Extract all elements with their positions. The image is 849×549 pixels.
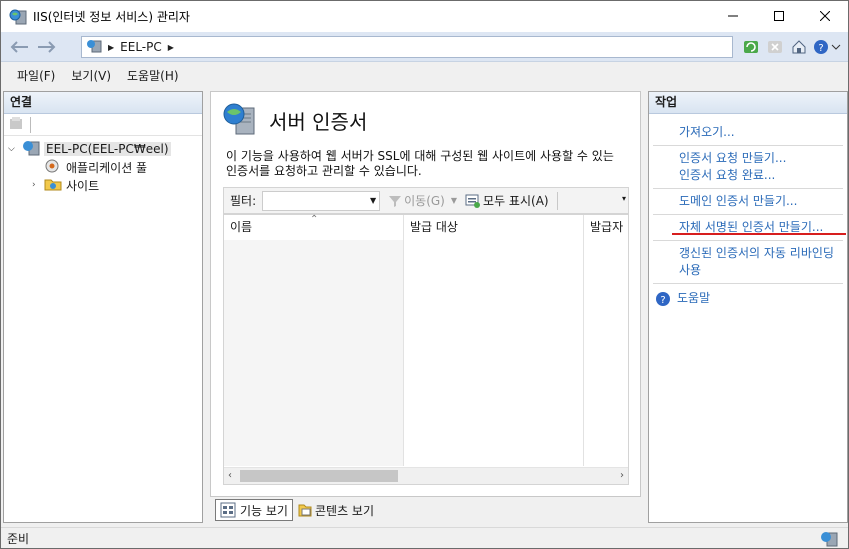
connections-panel: 연결 ⌵ EEL-PC(EEL-PC₩eel) 애플리케이션 풀 › 사이트 <box>3 91 203 523</box>
action-create-domain-cert[interactable]: 도메인 인증서 만들기... <box>653 193 843 210</box>
svg-text:?: ? <box>660 295 665 306</box>
navigation-bar: ▶ EEL-PC ▶ ? <box>1 32 848 62</box>
action-create-request[interactable]: 인증서 요청 만들기... <box>653 150 843 167</box>
filter-label: 필터: <box>230 194 257 208</box>
horizontal-scrollbar[interactable]: ‹ › <box>224 467 628 484</box>
scrollbar-thumb[interactable] <box>240 470 398 482</box>
feature-title: 서버 인증서 <box>223 102 367 139</box>
toolbar-separator <box>556 191 558 210</box>
feature-description: 이 기능을 사용하여 웹 서버가 SSL에 대해 구성된 웹 사이트에 사용할 … <box>226 149 614 178</box>
chevron-right-icon: ▶ <box>108 42 115 52</box>
column-header-issued-by[interactable]: 발급자 <box>584 215 628 240</box>
connections-header: 연결 <box>4 92 202 114</box>
stop-icon[interactable] <box>764 36 786 58</box>
list-header: 이름 ⌃ 발급 대상 발급자 <box>224 214 628 240</box>
server-icon <box>86 39 102 56</box>
help-icon[interactable]: ? <box>812 36 842 58</box>
funnel-icon <box>389 195 402 207</box>
main-content-panel: 서버 인증서 이 기능을 사용하여 웹 서버가 SSL에 대해 구성된 웹 사이… <box>210 91 641 497</box>
iis-manager-window: IIS(인터넷 정보 서비스) 관리자 ▶ EEL-PC ▶ ? 파일(F) 보… <box>0 0 849 549</box>
svg-text:?: ? <box>818 43 823 54</box>
action-import[interactable]: 가져오기... <box>653 124 843 141</box>
maximize-button[interactable] <box>756 1 802 31</box>
status-bar: 준비 <box>1 527 848 548</box>
action-help[interactable]: 도움말 <box>671 290 716 307</box>
name-column-body <box>224 240 404 466</box>
address-bar[interactable]: ▶ EEL-PC ▶ <box>81 36 733 58</box>
column-header-name[interactable]: 이름 ⌃ <box>224 214 404 240</box>
show-all-icon <box>465 194 481 208</box>
connections-toolbar <box>4 114 202 136</box>
server-certificates-icon <box>223 102 257 139</box>
dropdown-arrow-icon[interactable]: ▼ <box>370 196 376 205</box>
menu-view[interactable]: 보기(V) <box>63 67 119 84</box>
sites-folder-icon <box>44 176 62 195</box>
actions-header: 작업 <box>649 92 847 114</box>
features-view-icon <box>220 502 236 518</box>
address-segment[interactable]: EEL-PC <box>120 40 162 54</box>
filter-bar: 필터: ▼ 이동(G) ▼ 모두 표시(A) ▾ <box>223 187 629 214</box>
menu-help[interactable]: 도움말(H) <box>119 67 187 84</box>
page-title: 서버 인증서 <box>269 110 368 134</box>
action-group-self-signed: 자체 서명된 인증서 만들기... <box>653 215 843 241</box>
action-help-row: ? 도움말 <box>649 290 847 307</box>
menu-file[interactable]: 파일(F) <box>9 67 63 84</box>
sort-ascending-icon: ⌃ <box>310 214 319 225</box>
chevron-down-icon[interactable]: ⌵ <box>8 144 18 154</box>
connect-icon[interactable] <box>8 115 24 134</box>
go-button[interactable]: 이동(G) ▼ <box>388 192 457 209</box>
issued-to-column-body <box>404 240 584 466</box>
column-header-issued-to[interactable]: 발급 대상 <box>404 215 584 240</box>
server-icon <box>22 140 40 159</box>
window-title: IIS(인터넷 정보 서비스) 관리자 <box>33 10 190 24</box>
actions-panel: 작업 가져오기... 인증서 요청 만들기... 인증서 요청 완료... 도메… <box>648 91 848 523</box>
chevron-right-icon[interactable]: › <box>32 180 42 190</box>
action-group-import: 가져오기... <box>653 120 843 146</box>
tree-node-server[interactable]: ⌵ EEL-PC(EEL-PC₩eel) <box>4 140 202 158</box>
dropdown-arrow-icon: ▼ <box>450 196 458 205</box>
status-text: 준비 <box>7 532 30 546</box>
chevron-right-icon[interactable]: ▶ <box>168 43 174 52</box>
toolbar-overflow-icon[interactable]: ▾ <box>622 194 626 203</box>
refresh-icon[interactable] <box>740 36 762 58</box>
scroll-right-icon[interactable]: › <box>620 470 624 481</box>
action-group-request: 인증서 요청 만들기... 인증서 요청 완료... <box>653 146 843 189</box>
status-server-icon <box>820 531 838 548</box>
menu-bar: 파일(F) 보기(V) 도움말(H) <box>1 63 848 87</box>
connections-tree: ⌵ EEL-PC(EEL-PC₩eel) 애플리케이션 풀 › 사이트 <box>4 136 202 194</box>
filter-input[interactable]: ▼ <box>262 190 381 211</box>
content-view-icon <box>298 504 312 517</box>
show-all-button[interactable]: 모두 표시(A) <box>465 192 549 209</box>
forward-button[interactable] <box>35 36 59 58</box>
action-complete-request[interactable]: 인증서 요청 완료... <box>653 167 843 184</box>
app-pool-icon <box>44 158 62 177</box>
scroll-left-icon[interactable]: ‹ <box>228 470 232 481</box>
tab-content-view[interactable]: 콘텐츠 보기 <box>293 499 378 521</box>
view-tabs: 기능 보기 콘텐츠 보기 <box>215 499 378 521</box>
home-icon[interactable] <box>788 36 810 58</box>
tree-node-sites[interactable]: › 사이트 <box>4 176 202 194</box>
action-enable-auto-rebind[interactable]: 갱신된 인증서의 자동 리바인딩 사용 <box>653 245 843 279</box>
close-button[interactable] <box>802 1 848 31</box>
back-button[interactable] <box>7 36 31 58</box>
action-group-domain: 도메인 인증서 만들기... <box>653 189 843 215</box>
tree-node-app-pools[interactable]: 애플리케이션 풀 <box>4 158 202 176</box>
certificates-list[interactable]: 이름 ⌃ 발급 대상 발급자 ‹ › <box>223 214 629 485</box>
tab-features-view[interactable]: 기능 보기 <box>215 499 293 521</box>
iis-app-icon <box>9 9 27 25</box>
title-bar: IIS(인터넷 정보 서비스) 관리자 <box>1 1 848 32</box>
actions-list: 가져오기... 인증서 요청 만들기... 인증서 요청 완료... 도메인 인… <box>649 114 847 307</box>
action-group-rebind: 갱신된 인증서의 자동 리바인딩 사용 <box>653 241 843 284</box>
highlight-underline <box>672 233 846 235</box>
help-icon: ? <box>656 291 670 306</box>
minimize-button[interactable] <box>710 1 756 31</box>
